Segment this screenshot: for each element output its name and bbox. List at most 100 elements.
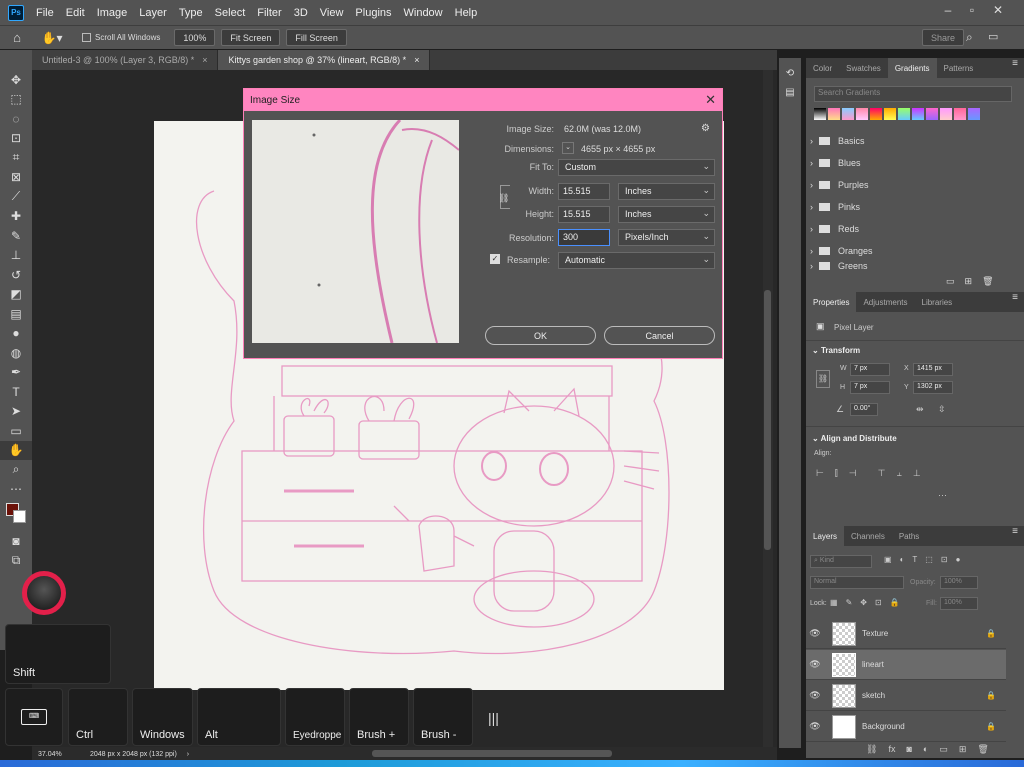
comments-icon[interactable]: ▤: [779, 87, 801, 98]
ok-button[interactable]: OK: [485, 326, 596, 345]
filter-toggle-icon[interactable]: ●: [956, 555, 961, 564]
y-input[interactable]: 1302 px: [913, 381, 953, 394]
healing-brush-icon[interactable]: ✚: [0, 207, 32, 227]
panel-menu-icon[interactable]: ≡: [1012, 526, 1018, 546]
new-layer-icon[interactable]: ⊞: [959, 744, 967, 755]
lock-position-icon[interactable]: ✥: [860, 598, 867, 607]
gradient-swatch[interactable]: [898, 108, 910, 120]
gradient-swatch[interactable]: [912, 108, 924, 120]
tab-channels[interactable]: Channels: [844, 526, 892, 546]
frame-tool-icon[interactable]: ⊠: [0, 168, 32, 188]
mask-icon[interactable]: ◙: [906, 744, 911, 755]
resample-select[interactable]: Automatic ⌄: [558, 252, 715, 269]
menu-window[interactable]: Window: [398, 7, 449, 19]
menu-type[interactable]: Type: [173, 7, 209, 19]
align-left-icon[interactable]: ⊢: [816, 468, 824, 479]
width-input[interactable]: 15.515: [558, 183, 610, 200]
fx-icon[interactable]: fx: [888, 744, 895, 755]
hand-tool-icon[interactable]: ✋: [0, 440, 32, 460]
height-unit-select[interactable]: Inches ⌄: [618, 206, 715, 223]
link-layers-icon[interactable]: ⛓: [866, 744, 877, 755]
close-icon[interactable]: ✕: [705, 92, 716, 108]
gradient-swatch[interactable]: [926, 108, 938, 120]
gradient-swatch[interactable]: [968, 108, 980, 120]
layer-row[interactable]: 👁 sketch 🔒: [806, 681, 1006, 711]
eyedropper-tool-icon[interactable]: ⟋: [0, 187, 32, 207]
blur-tool-icon[interactable]: ●: [0, 324, 32, 344]
brush-minus-key[interactable]: Brush -: [413, 688, 473, 746]
eye-icon[interactable]: 👁: [806, 628, 824, 639]
transform-header[interactable]: ⌄ Transform: [812, 346, 860, 355]
gradient-folder-greens[interactable]: › Greens: [810, 260, 1010, 272]
tab-untitled-3[interactable]: Untitled-3 @ 100% (Layer 3, RGB/8) * ×: [32, 50, 219, 70]
alt-key[interactable]: Alt: [197, 688, 281, 746]
smart-object-filter-icon[interactable]: ⊡: [941, 555, 948, 564]
gradient-folder-basics[interactable]: › Basics: [810, 130, 1010, 152]
w-input[interactable]: 7 px: [850, 363, 890, 376]
gradient-tool-icon[interactable]: ▤: [0, 304, 32, 324]
align-middle-icon[interactable]: ⫠: [896, 468, 901, 479]
tab-swatches[interactable]: Swatches: [839, 58, 888, 78]
gradient-folder-oranges[interactable]: › Oranges: [810, 240, 1010, 262]
gradient-swatch[interactable]: [870, 108, 882, 120]
history-brush-icon[interactable]: ↺: [0, 265, 32, 285]
adjustment-filter-icon[interactable]: ◐: [900, 555, 905, 564]
gradient-folder-purples[interactable]: › Purples: [810, 174, 1010, 196]
home-icon[interactable]: ⌂: [0, 30, 34, 45]
opacity-input[interactable]: 100%: [940, 576, 978, 589]
dialog-titlebar[interactable]: Image Size ✕: [244, 89, 722, 111]
folder-icon[interactable]: ▭: [946, 276, 965, 286]
scroll-all-checkbox[interactable]: Scroll All Windows: [82, 33, 160, 42]
tab-paths[interactable]: Paths: [892, 526, 926, 546]
gradient-swatch[interactable]: [954, 108, 966, 120]
lock-pixels-icon[interactable]: ✎: [846, 598, 853, 607]
tab-kittys-garden-shop[interactable]: Kittys garden shop @ 37% (lineart, RGB/8…: [218, 50, 431, 70]
menu-select[interactable]: Select: [209, 7, 252, 19]
group-icon[interactable]: ▭: [939, 744, 948, 755]
menu-edit[interactable]: Edit: [60, 7, 91, 19]
gradient-swatch[interactable]: [828, 108, 840, 120]
menu-view[interactable]: View: [314, 7, 350, 19]
vertical-scrollbar[interactable]: [763, 70, 773, 747]
gradient-folder-reds[interactable]: › Reds: [810, 218, 1010, 240]
eye-icon[interactable]: 👁: [806, 690, 824, 701]
menu-3d[interactable]: 3D: [288, 7, 314, 19]
layer-row[interactable]: 👁 Texture 🔒: [806, 619, 1006, 649]
eye-icon[interactable]: 👁: [806, 721, 824, 732]
quick-mask-icon[interactable]: ◙: [0, 531, 32, 551]
fit-screen-button[interactable]: Fit Screen: [221, 29, 281, 46]
fill-input[interactable]: 100%: [940, 597, 978, 610]
gradient-folder-pinks[interactable]: › Pinks: [810, 196, 1010, 218]
move-tool-icon[interactable]: ✥: [0, 70, 32, 90]
dodge-tool-icon[interactable]: ◍: [0, 343, 32, 363]
history-icon[interactable]: ⟲: [779, 68, 801, 79]
tab-layers[interactable]: Layers: [806, 526, 845, 546]
shift-key[interactable]: Shift: [5, 624, 111, 684]
tab-adjustments[interactable]: Adjustments: [856, 292, 914, 312]
angle-input[interactable]: 0.00°: [850, 403, 878, 416]
marquee-tool-icon[interactable]: ⬚: [0, 90, 32, 110]
panel-menu-icon[interactable]: ≡: [1012, 58, 1018, 78]
gradient-folder-blues[interactable]: › Blues: [810, 152, 1010, 174]
lasso-tool-icon[interactable]: ◌: [0, 109, 32, 129]
keyboard-button[interactable]: ⌨: [5, 688, 63, 746]
trash-icon[interactable]: 🗑: [977, 744, 988, 755]
screen-mode-icon[interactable]: ⧉: [0, 551, 32, 571]
align-bottom-icon[interactable]: ⊥: [913, 468, 921, 479]
maximize-icon[interactable]: ▫: [962, 3, 982, 19]
tab-color[interactable]: Color: [806, 58, 839, 78]
cancel-button[interactable]: Cancel: [604, 326, 715, 345]
eraser-tool-icon[interactable]: ◩: [0, 285, 32, 305]
path-select-icon[interactable]: ➤: [0, 402, 32, 422]
menu-layer[interactable]: Layer: [133, 7, 173, 19]
brush-tool-icon[interactable]: ✎: [0, 226, 32, 246]
eyedropper-key[interactable]: Eyedroppe: [285, 688, 345, 746]
width-unit-select[interactable]: Inches ⌄: [618, 183, 715, 200]
lock-transparency-icon[interactable]: ▦: [830, 598, 838, 607]
share-button[interactable]: Share: [922, 29, 965, 46]
close-icon[interactable]: ×: [414, 55, 419, 65]
tab-properties[interactable]: Properties: [806, 292, 857, 312]
fit-to-select[interactable]: Custom ⌄: [558, 159, 715, 176]
menu-plugins[interactable]: Plugins: [349, 7, 397, 19]
horizontal-scrollbar[interactable]: [372, 750, 612, 757]
